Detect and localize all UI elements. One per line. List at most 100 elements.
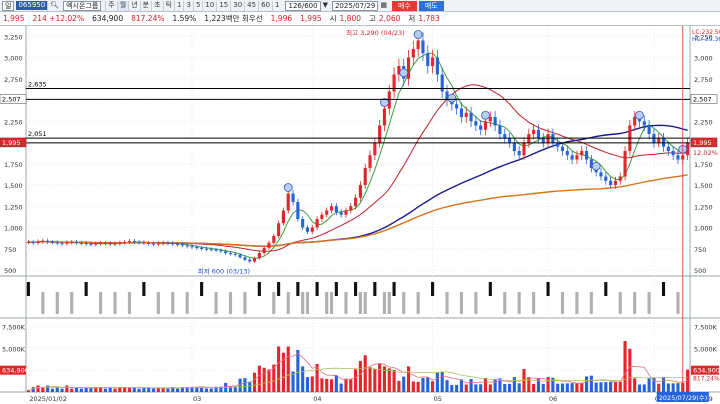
- candle-body: [358, 185, 362, 198]
- candle-body: [267, 242, 271, 248]
- volume-bar: [147, 387, 151, 392]
- candle-body: [176, 244, 180, 246]
- volume-bar: [334, 375, 338, 392]
- candle-body: [565, 151, 569, 156]
- search-icon[interactable]: 🔍︎: [47, 0, 61, 11]
- volume-bar: [512, 377, 516, 392]
- volume-bar: [575, 382, 579, 392]
- signal-bar: [676, 292, 680, 314]
- signal-bar: [156, 292, 160, 314]
- candle-body: [50, 241, 55, 243]
- volume-bar: [248, 381, 252, 392]
- period-button-3[interactable]: 분: [139, 0, 151, 11]
- candle-body: [479, 125, 483, 130]
- volume-bar: [55, 387, 59, 392]
- period-button-13[interactable]: 60: [258, 0, 272, 11]
- volume-bar: [483, 378, 488, 392]
- buy-button[interactable]: 매수: [391, 0, 417, 11]
- date-field[interactable]: 2025/07/29: [331, 0, 379, 11]
- stock-name-field[interactable]: 엑시온그룹: [63, 0, 102, 11]
- signal-bar: [200, 282, 204, 296]
- candle-body: [584, 151, 589, 160]
- volume-bar: [397, 380, 401, 392]
- volume-bar: [176, 388, 180, 392]
- candle-body: [315, 219, 319, 228]
- interval-select[interactable]: 일: [2, 0, 15, 11]
- candle-body: [224, 251, 228, 253]
- volume-bar: [60, 388, 64, 392]
- period-button-8[interactable]: 5: [192, 0, 202, 11]
- candle-body: [570, 155, 574, 160]
- volume-bar: [392, 370, 396, 392]
- price-axis-label-right: 2,250: [694, 118, 713, 126]
- volume-bar: [296, 349, 300, 392]
- price-axis-label-left: 500: [4, 267, 16, 275]
- calendar-icon[interactable]: ▦: [378, 1, 389, 11]
- candle-body: [671, 151, 675, 156]
- volume-bar: [628, 348, 632, 392]
- signal-bar: [296, 282, 300, 296]
- volume-bar: [166, 388, 170, 392]
- trade-amount: 1,223백만 회우선: [204, 14, 263, 23]
- candle-body: [618, 176, 622, 181]
- signal-circle-marker: [591, 161, 601, 171]
- candle-body: [503, 134, 507, 139]
- volume-bar: [137, 388, 141, 392]
- sell-button[interactable]: 매도: [418, 0, 444, 11]
- signal-bar: [305, 292, 310, 314]
- stock-chart[interactable]: 3,2503,2503,0003,0002,7502,7502,5002,500…: [0, 26, 720, 404]
- candle-body: [339, 212, 343, 215]
- low-value: 1,783: [418, 14, 440, 23]
- signal-bar: [488, 282, 492, 296]
- signal-bar: [70, 292, 74, 314]
- signal-bar: [633, 292, 637, 314]
- price-axis-label-left: 1,000: [4, 225, 23, 233]
- bar-count-field[interactable]: 126/600: [285, 0, 321, 11]
- period-button-1[interactable]: 월: [116, 0, 129, 11]
- price-axis-label-left: 3,000: [4, 55, 23, 63]
- period-button-6[interactable]: 1: [174, 0, 183, 11]
- candle-body: [233, 253, 237, 255]
- period-button-7[interactable]: 3: [183, 0, 192, 11]
- volume-bar: [406, 366, 411, 392]
- price-axis-label-left: 1,750: [4, 161, 23, 169]
- volume-bar: [151, 388, 156, 392]
- volume-tag-right: 634,900: [693, 367, 720, 375]
- price-axis-label-right: 1,750: [694, 161, 713, 169]
- price-axis-label-right: 2,750: [694, 76, 713, 84]
- candle-body: [65, 242, 69, 244]
- price-axis-label-right: 1,500: [694, 182, 713, 190]
- period-button-9[interactable]: 10: [202, 0, 216, 11]
- signal-bar: [560, 292, 565, 314]
- candle-body: [70, 241, 74, 243]
- period-button-2[interactable]: 년: [128, 0, 139, 11]
- right-price-tag: 1,995: [693, 139, 712, 147]
- volume-bar: [637, 384, 642, 392]
- volume-ratio: 817.24%: [131, 14, 165, 23]
- volume-bar: [469, 379, 473, 392]
- left-price-tag: 1,995: [2, 139, 21, 147]
- stepper-up-icon[interactable]: ▼: [321, 1, 330, 11]
- period-button-11[interactable]: 30: [230, 0, 244, 11]
- period-button-5[interactable]: 틱: [162, 0, 174, 11]
- stock-code-input[interactable]: 065950: [16, 1, 48, 10]
- volume-bar: [46, 385, 50, 392]
- period-buttons: 주 월 년 분 초 틱 1 3 5 10 15 30 45 60 1: [105, 0, 281, 11]
- candle-body: [320, 214, 324, 219]
- candle-body: [329, 206, 334, 211]
- volume-bar: [435, 372, 439, 392]
- volume-bar: [565, 383, 569, 392]
- period-button-12[interactable]: 45: [244, 0, 258, 11]
- volume-bar: [455, 384, 459, 392]
- period-button-10[interactable]: 15: [216, 0, 230, 11]
- candle-body: [406, 57, 411, 79]
- candle-body: [113, 243, 117, 245]
- x-axis-label: 2025/01/02: [29, 395, 66, 403]
- reference-line-label: 2,051: [28, 130, 47, 138]
- period-button-4[interactable]: 초: [151, 0, 162, 11]
- signal-bar: [661, 282, 666, 296]
- signal-bar: [26, 282, 30, 296]
- candle-body: [74, 241, 79, 243]
- period-button-14[interactable]: 1: [272, 0, 281, 11]
- period-button-0[interactable]: 주: [105, 0, 116, 11]
